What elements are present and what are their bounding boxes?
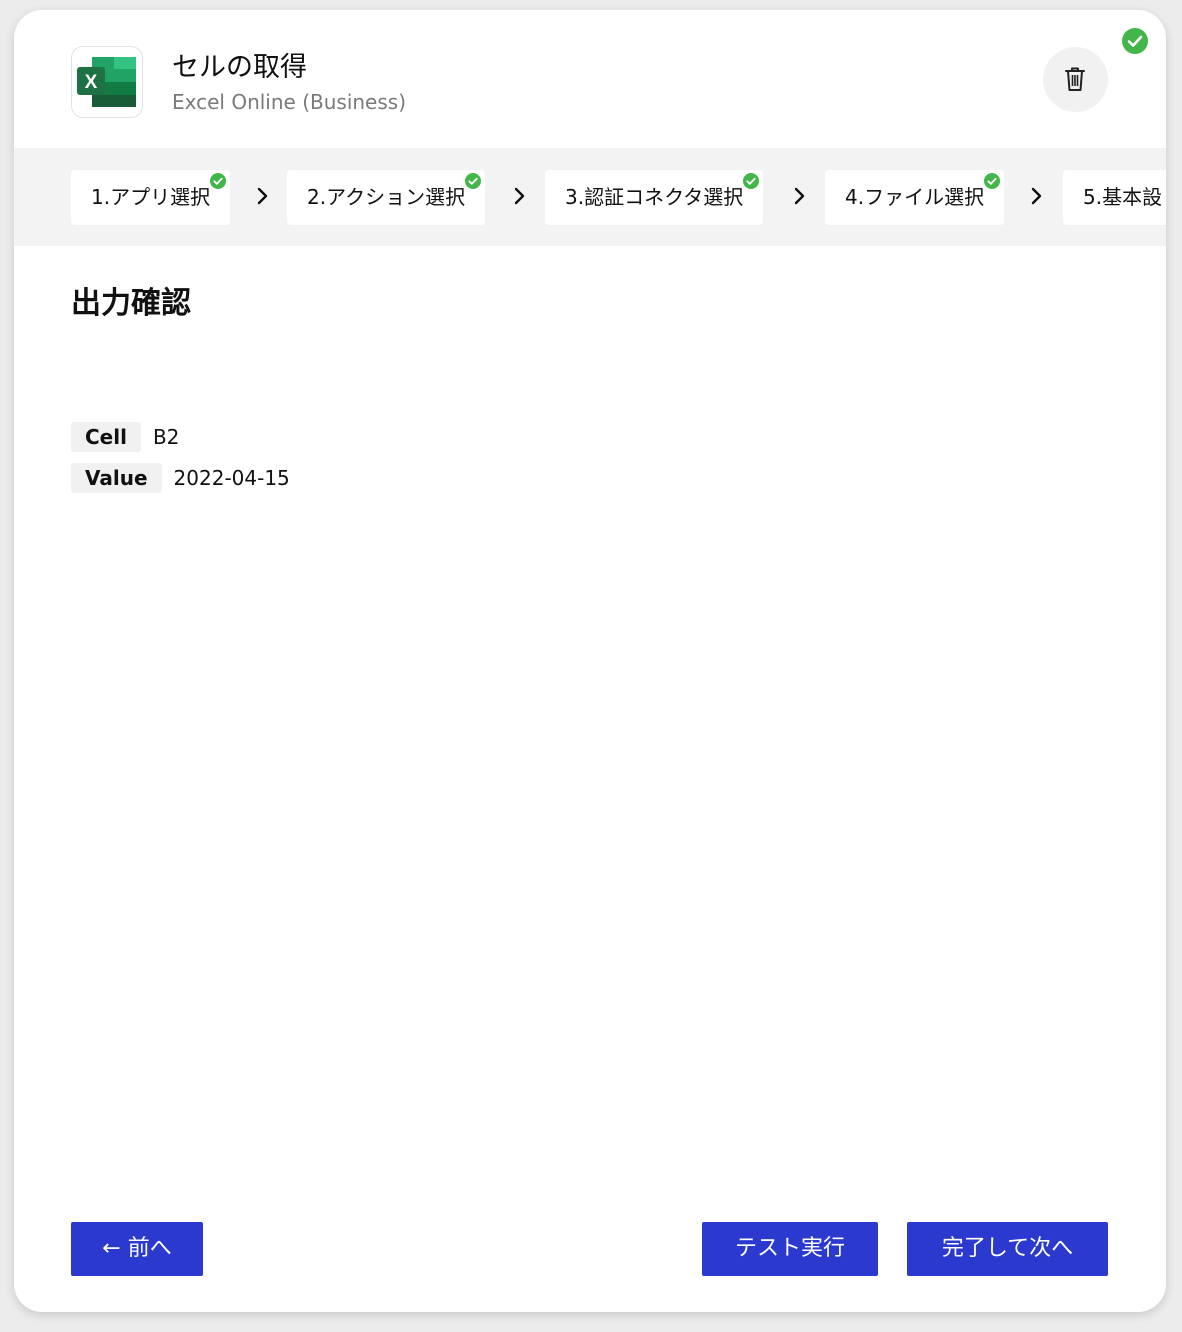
step-label: 4.ファイル選択: [845, 185, 985, 209]
step-file-select[interactable]: 4.ファイル選択: [825, 170, 1005, 225]
check-circle-icon: [465, 173, 482, 189]
chevron-right-icon: [514, 187, 525, 205]
excel-app-icon: X: [71, 46, 143, 118]
step-basic-settings[interactable]: 5.基本設: [1063, 170, 1166, 225]
complete-next-button[interactable]: 完了して次へ: [907, 1222, 1108, 1276]
output-confirm-title: 出力確認: [71, 286, 191, 321]
check-circle-icon: [984, 173, 1001, 189]
excel-icon: X: [77, 57, 136, 107]
chevron-right-icon: [257, 187, 268, 205]
app-name: Excel Online (Business): [172, 90, 407, 114]
check-circle-icon: [743, 173, 760, 189]
output-row-value: Value 2022-04-15: [71, 463, 290, 493]
check-circle-icon: [1122, 28, 1148, 54]
chevron-right-icon: [794, 187, 805, 205]
output-row-cell: Cell B2: [71, 422, 179, 452]
step-app-select[interactable]: 1.アプリ選択: [71, 170, 231, 225]
step-label: 2.アクション選択: [307, 185, 466, 209]
check-circle-icon: [210, 173, 227, 189]
step-label: 3.認証コネクタ選択: [565, 185, 744, 209]
action-card: X セルの取得 Excel Online (Business) 1.アプリ選択 …: [14, 10, 1166, 1312]
output-key: Value: [71, 463, 162, 493]
output-value: 2022-04-15: [173, 466, 290, 490]
test-run-button[interactable]: テスト実行: [702, 1222, 878, 1276]
step-auth-connector-select[interactable]: 3.認証コネクタ選択: [545, 170, 764, 225]
chevron-right-icon: [1031, 187, 1042, 205]
step-label: 1.アプリ選択: [91, 185, 211, 209]
output-value: B2: [152, 425, 180, 449]
card-header: X セルの取得 Excel Online (Business): [14, 10, 1166, 148]
action-title: セルの取得: [172, 52, 307, 83]
prev-button[interactable]: ← 前へ: [71, 1222, 203, 1276]
svg-text:X: X: [85, 72, 98, 93]
step-action-select[interactable]: 2.アクション選択: [287, 170, 486, 225]
delete-button[interactable]: [1043, 47, 1108, 112]
step-navigation: 1.アプリ選択 2.アクション選択 3.認証コネクタ選択 4.ファイル選択 5.…: [14, 148, 1166, 246]
output-key: Cell: [71, 422, 141, 452]
trash-icon: [1065, 67, 1085, 91]
step-label: 5.基本設: [1083, 185, 1163, 209]
